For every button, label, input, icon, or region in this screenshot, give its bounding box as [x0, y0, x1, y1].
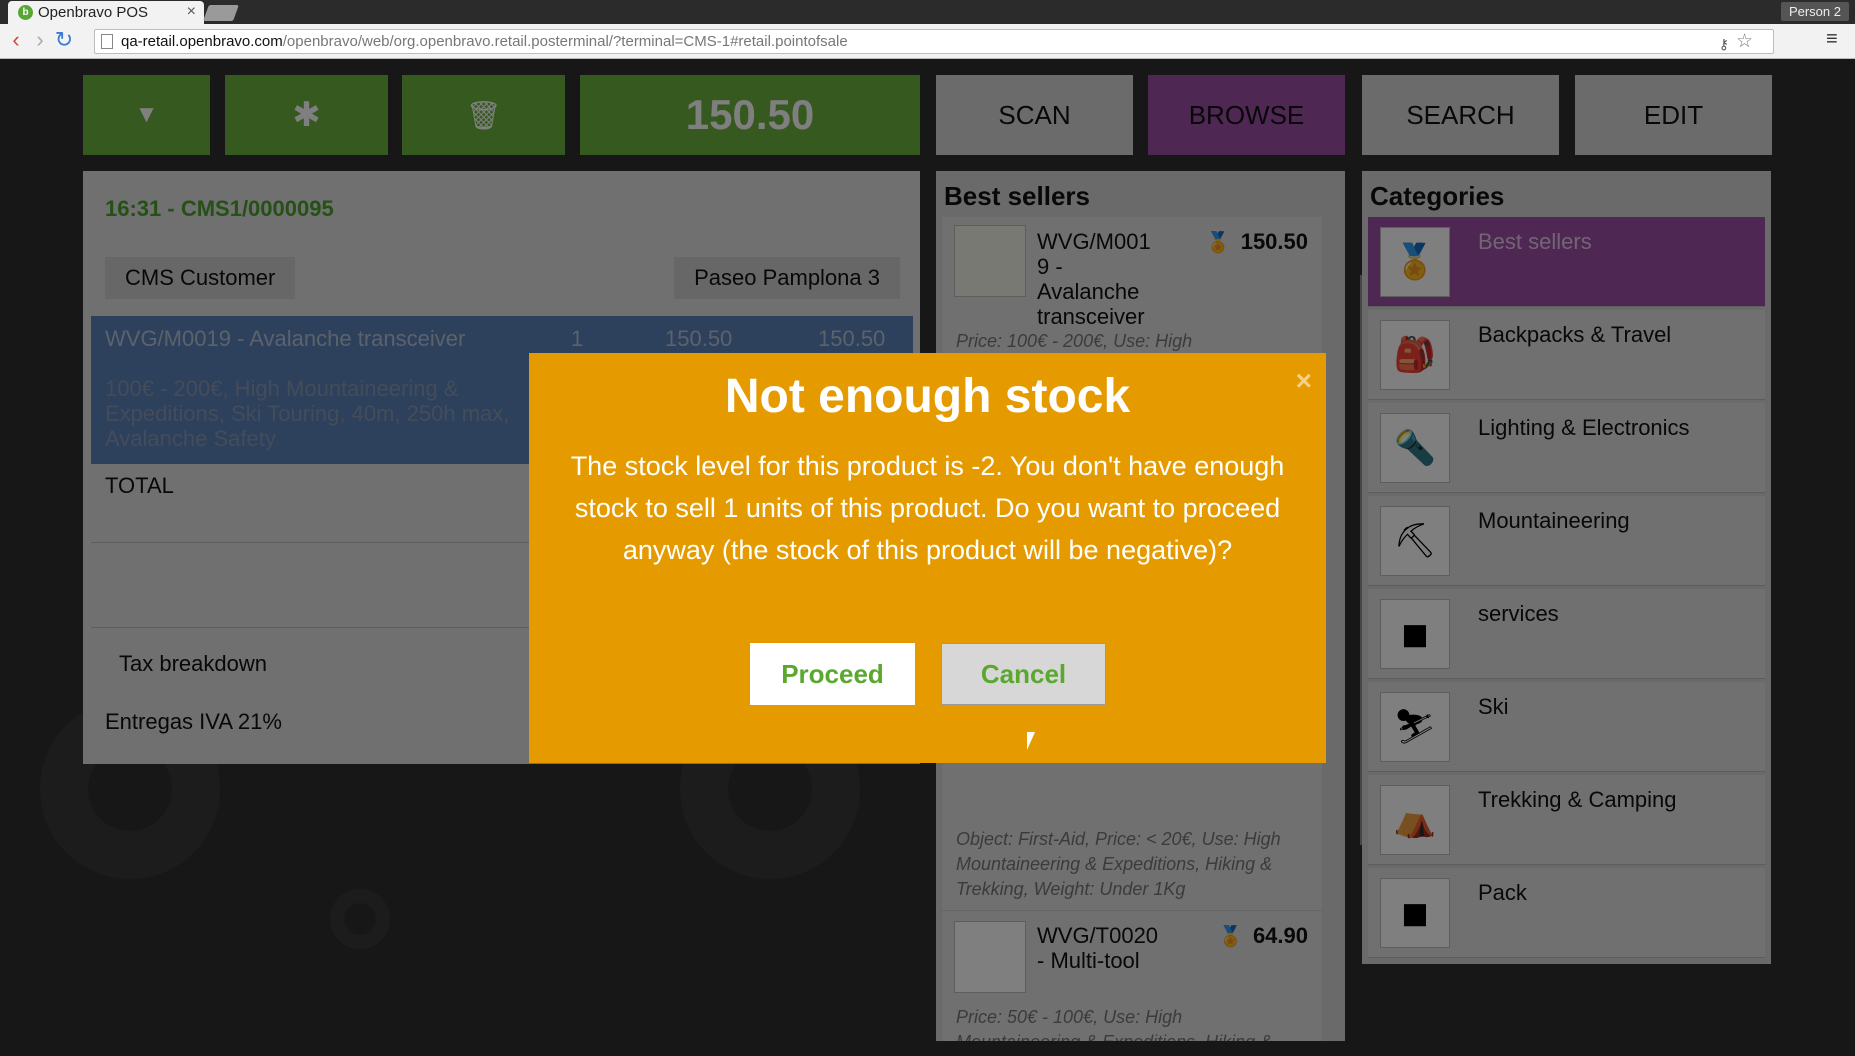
dialog-title: Not enough stock: [724, 370, 1131, 423]
bookmark-star-icon[interactable]: ☆: [1736, 30, 1753, 53]
forward-icon[interactable]: ›: [28, 29, 52, 53]
not-enough-stock-dialog: Not enough stock × The stock level for t…: [529, 353, 1326, 763]
page-icon: [101, 34, 113, 49]
tab-close-icon[interactable]: ×: [187, 3, 196, 21]
address-bar[interactable]: qa-retail.openbravo.com/openbravo/web/or…: [94, 29, 1774, 54]
browser-chrome: b Openbravo POS × Person 2 ‹ › ↻ qa-reta…: [0, 0, 1855, 59]
navigation-bar: ‹ › ↻ qa-retail.openbravo.com/openbravo/…: [0, 24, 1855, 59]
key-icon[interactable]: ⚷: [1719, 33, 1729, 56]
browser-tab[interactable]: b Openbravo POS ×: [8, 1, 204, 25]
tab-strip: b Openbravo POS × Person 2: [0, 0, 1855, 25]
new-tab-button[interactable]: [203, 5, 239, 21]
mouse-pointer-icon: [1027, 732, 1035, 750]
cancel-button[interactable]: Cancel: [941, 643, 1106, 705]
reload-icon[interactable]: ↻: [52, 29, 76, 53]
close-icon[interactable]: ×: [1296, 365, 1312, 397]
proceed-button[interactable]: Proceed: [750, 643, 915, 705]
dialog-message: The stock level for this product is -2. …: [570, 451, 1285, 565]
openbravo-favicon-icon: b: [18, 5, 33, 20]
tab-title: Openbravo POS: [38, 4, 149, 21]
back-icon[interactable]: ‹: [4, 29, 28, 53]
profile-button[interactable]: Person 2: [1780, 2, 1849, 21]
browser-menu-icon[interactable]: ≡: [1826, 28, 1838, 51]
url-host: qa-retail.openbravo.com: [121, 33, 283, 50]
pos-app: ▼ ✱ 🗑 150.50 SCAN BROWSE SEARCH EDIT 16:…: [0, 59, 1855, 1056]
url-path: /openbravo/web/org.openbravo.retail.post…: [282, 33, 848, 50]
